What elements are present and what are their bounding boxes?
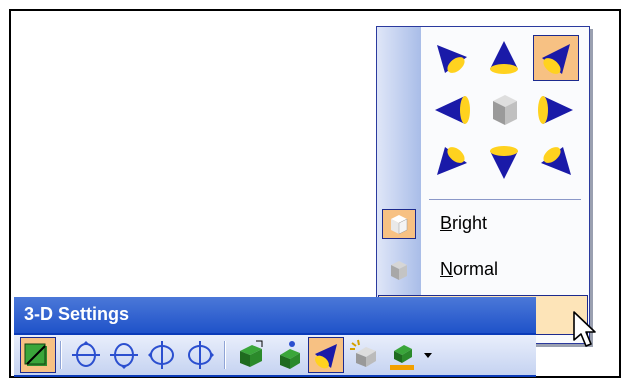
toolbar-title-bar[interactable]: 3-D Settings — [14, 297, 536, 333]
tilt-up-button[interactable] — [106, 337, 142, 373]
menu-separator — [429, 199, 581, 200]
lighting-button[interactable] — [308, 337, 344, 373]
direction-button[interactable] — [270, 337, 306, 373]
bright-cube-icon — [382, 209, 416, 239]
normal-label: Normal — [440, 259, 499, 279]
toolbar-separator — [224, 341, 226, 369]
toolbar-button-row — [14, 335, 536, 375]
tilt-right-button[interactable] — [182, 337, 218, 373]
toolbar-separator — [60, 341, 62, 369]
light-top-icon[interactable] — [481, 35, 527, 81]
light-top-right-icon[interactable] — [533, 35, 579, 81]
3d-color-button[interactable] — [384, 337, 420, 373]
toggle-3d-button[interactable] — [20, 337, 56, 373]
menu-item-normal[interactable]: Normal — [378, 249, 588, 289]
light-bottom-right-icon[interactable] — [533, 139, 579, 185]
light-top-left-icon[interactable] — [429, 35, 475, 81]
depth-button[interactable] — [232, 337, 268, 373]
normal-cube-icon — [382, 255, 416, 285]
mouse-pointer-icon — [572, 310, 598, 350]
light-center-cube-icon[interactable] — [481, 87, 527, 133]
bright-label: Bright — [440, 213, 488, 233]
menu-item-bright[interactable]: Bright — [378, 203, 588, 243]
tilt-down-button[interactable] — [68, 337, 104, 373]
toolbar-title: 3-D Settings — [24, 304, 130, 324]
tilt-left-button[interactable] — [144, 337, 180, 373]
light-left-icon[interactable] — [429, 87, 475, 133]
chevron-down-icon[interactable] — [422, 349, 434, 361]
surface-button[interactable] — [346, 337, 382, 373]
light-right-icon[interactable] — [533, 87, 579, 133]
lighting-direction-grid — [429, 35, 579, 191]
light-bottom-left-icon[interactable] — [429, 139, 475, 185]
light-bottom-icon[interactable] — [481, 139, 527, 185]
3d-settings-toolbar: 3-D Settings — [14, 297, 536, 377]
